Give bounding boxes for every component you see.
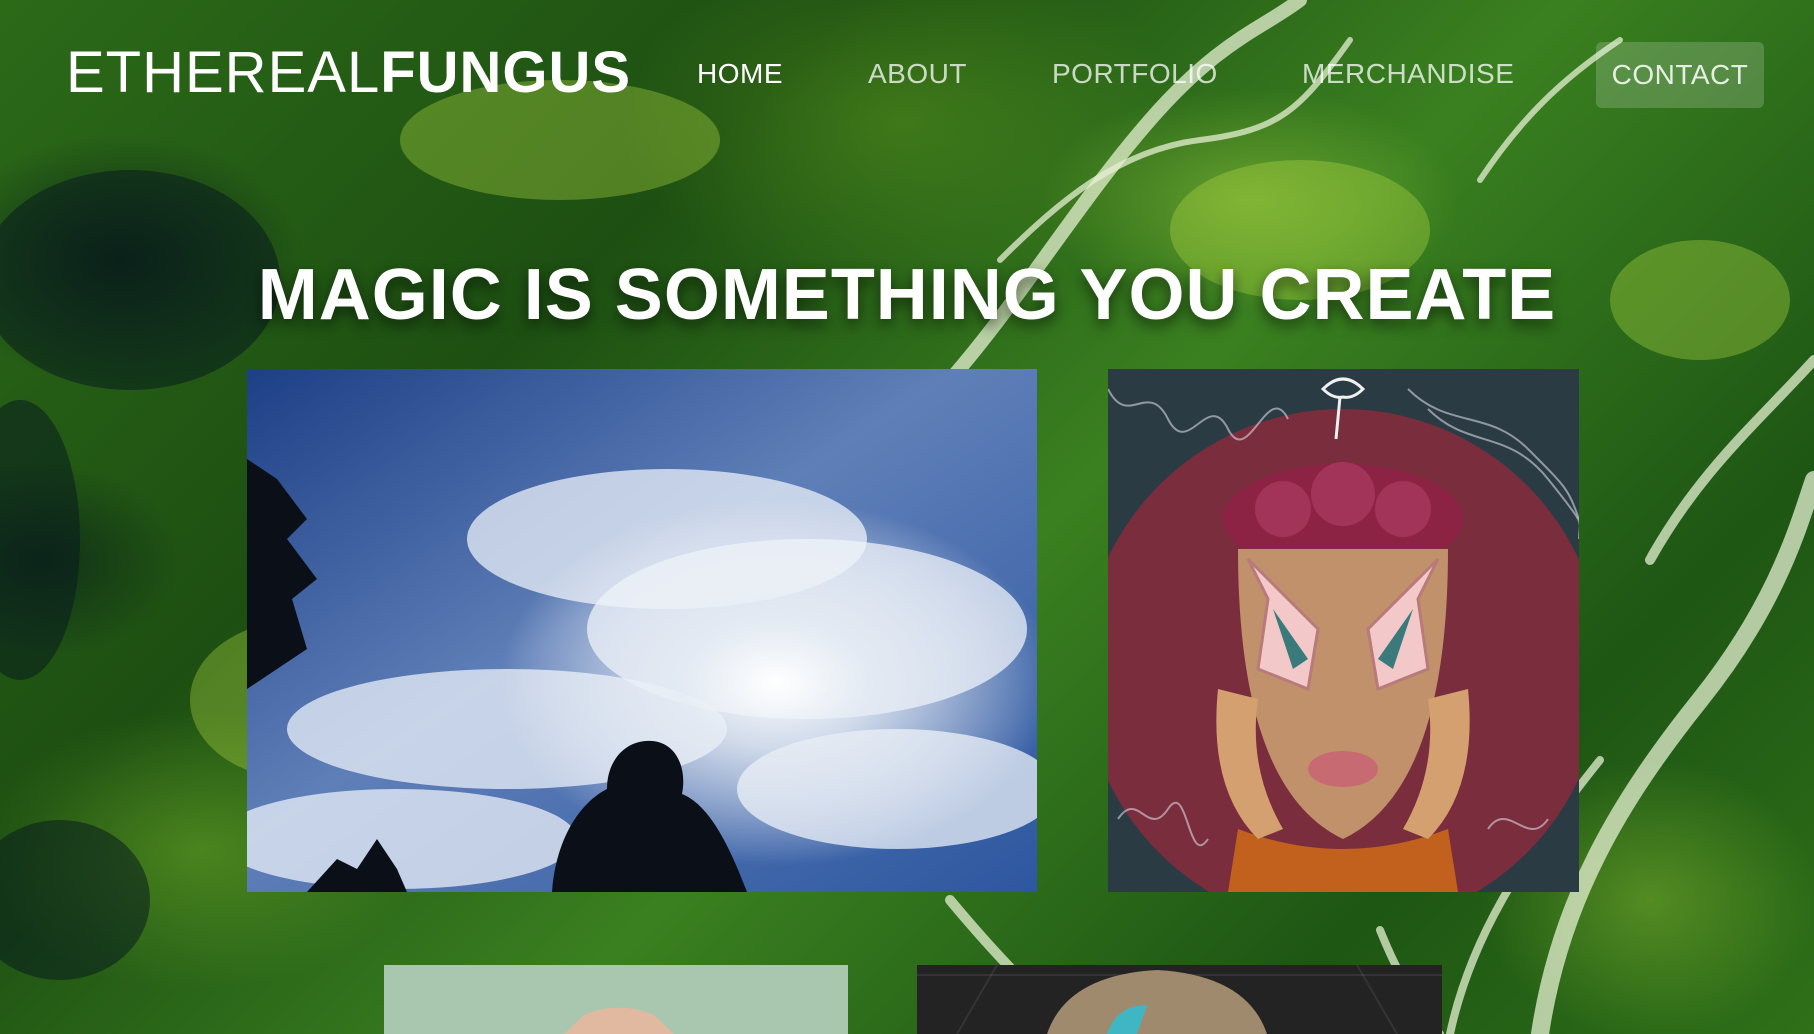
gallery-image-sky[interactable] bbox=[247, 369, 1037, 892]
logo-text-light: ETHEREAL bbox=[66, 40, 381, 105]
logo-text-bold: FUNGUS bbox=[380, 40, 632, 105]
nav-portfolio[interactable]: PORTFOLIO bbox=[1052, 58, 1218, 90]
site-logo[interactable]: ETHEREALFUNGUS bbox=[66, 38, 631, 108]
site-header: ETHEREALFUNGUS HOME ABOUT PORTFOLIO MERC… bbox=[0, 0, 1814, 150]
nav-merchandise[interactable]: MERCHANDISE bbox=[1302, 58, 1514, 90]
gallery-image-three[interactable] bbox=[384, 965, 848, 1034]
nav-home[interactable]: HOME bbox=[697, 58, 783, 90]
gallery-image-portrait[interactable] bbox=[1108, 369, 1579, 892]
gallery-image-four[interactable] bbox=[917, 965, 1442, 1034]
nav-about[interactable]: ABOUT bbox=[868, 58, 967, 90]
contact-button[interactable]: CONTACT bbox=[1596, 42, 1764, 108]
hero-headline: MAGIC IS SOMETHING YOU CREATE bbox=[257, 255, 1557, 335]
